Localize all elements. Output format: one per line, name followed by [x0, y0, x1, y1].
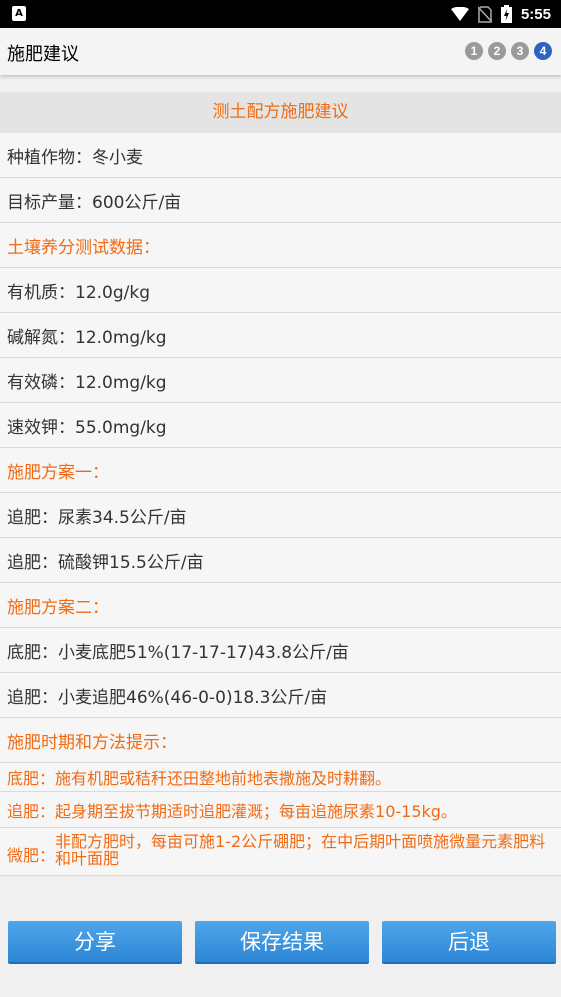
row-plan-one-urea: 追肥：尿素34.5公斤/亩 — [0, 493, 561, 538]
step-3: 3 — [511, 42, 529, 60]
row-alkali-nitrogen: 碱解氮：12.0mg/kg — [0, 313, 561, 358]
step-indicator: 1 2 3 4 — [465, 42, 552, 60]
share-button[interactable]: 分享 — [8, 921, 182, 964]
battery-charging-icon — [500, 5, 512, 23]
row-plan-one-potassium-sulfate: 追肥：硫酸钾15.5公斤/亩 — [0, 538, 561, 583]
row-target-yield: 目标产量：600公斤/亩 — [0, 178, 561, 223]
status-bar: A 5:55 — [0, 0, 561, 28]
wifi-icon — [450, 7, 469, 21]
app-toolbar: 施肥建议 1 2 3 4 — [0, 28, 561, 75]
row-crop: 种植作物：冬小麦 — [0, 133, 561, 178]
row-plan-two-base: 底肥：小麦底肥51%(17-17-17)43.8公斤/亩 — [0, 628, 561, 673]
save-result-button[interactable]: 保存结果 — [195, 921, 369, 964]
section-banner: 测土配方施肥建议 — [0, 92, 561, 133]
tip-label: 追肥： — [7, 801, 56, 821]
page-title: 施肥建议 — [7, 44, 79, 65]
step-2: 2 — [488, 42, 506, 60]
row-available-phosphorus: 有效磷：12.0mg/kg — [0, 358, 561, 403]
row-plan-one-heading: 施肥方案一： — [0, 448, 561, 493]
notification-app-icon: A — [12, 6, 26, 21]
tip-base-fertilizer: 底肥： 施有机肥或秸秆还田整地前地表撒施及时耕翻。 — [0, 763, 561, 792]
status-time: 5:55 — [520, 5, 551, 23]
tip-text: 起身期至拔节期适时追肥灌溉；每亩追施尿素10-15kg。 — [55, 801, 457, 821]
step-1: 1 — [465, 42, 483, 60]
tip-micro-fertilizer: 微肥： 非配方肥时，每亩可施1-2公斤硼肥；在中后期叶面喷施微量元素肥料和叶面肥 — [0, 828, 561, 876]
row-plan-two-topdress: 追肥：小麦追肥46%(46-0-0)18.3公斤/亩 — [0, 673, 561, 718]
tip-label: 微肥： — [7, 846, 56, 865]
row-available-potassium: 速效钾：55.0mg/kg — [0, 403, 561, 448]
tip-text: 非配方肥时，每亩可施1-2公斤硼肥；在中后期叶面喷施微量元素肥料和叶面肥 — [55, 832, 546, 868]
row-plan-two-heading: 施肥方案二： — [0, 583, 561, 628]
tip-text: 施有机肥或秸秆还田整地前地表撒施及时耕翻。 — [55, 769, 392, 788]
action-buttons: 分享 保存结果 后退 — [0, 921, 561, 965]
row-organic-matter: 有机质：12.0g/kg — [0, 268, 561, 313]
step-4-active: 4 — [534, 42, 552, 60]
back-button[interactable]: 后退 — [382, 921, 556, 964]
tip-label: 底肥： — [7, 769, 56, 788]
system-icons: 5:55 — [450, 4, 551, 24]
row-soil-data-heading: 土壤养分测试数据： — [0, 223, 561, 268]
result-list: 种植作物：冬小麦 目标产量：600公斤/亩 土壤养分测试数据： 有机质：12.0… — [0, 133, 561, 876]
tip-topdressing: 追肥： 起身期至拔节期适时追肥灌溉；每亩追施尿素10-15kg。 — [0, 792, 561, 828]
no-sim-icon — [477, 5, 492, 23]
row-tips-heading: 施肥时期和方法提示： — [0, 718, 561, 763]
